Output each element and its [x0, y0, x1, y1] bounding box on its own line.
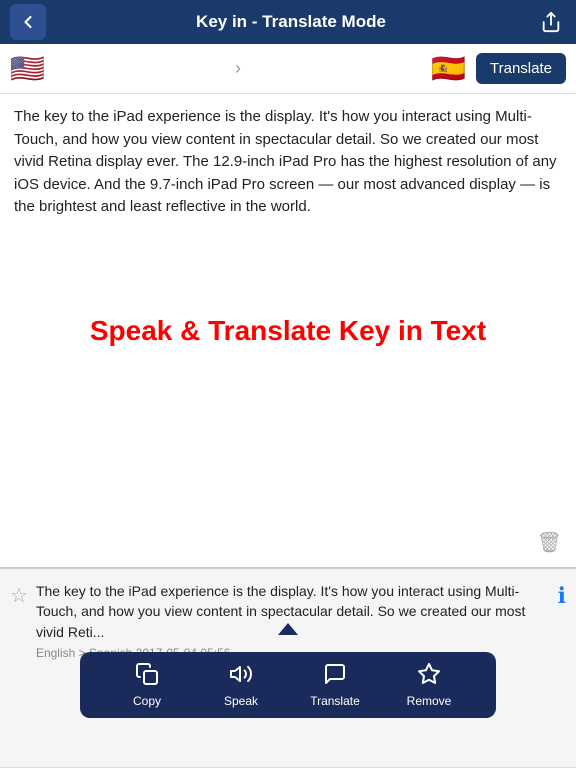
direction-arrow: › — [45, 58, 431, 79]
back-button[interactable] — [10, 4, 46, 40]
source-flag[interactable]: 🇺🇸 — [10, 52, 45, 85]
header-bar: Key in - Translate Mode — [0, 0, 576, 44]
favorite-icon[interactable]: ☆ — [10, 583, 28, 608]
remove-icon — [417, 662, 441, 690]
tooltip-arrow — [278, 623, 298, 635]
translate-action[interactable]: Translate — [310, 662, 360, 708]
target-flag[interactable]: 🇪🇸 — [431, 52, 466, 85]
translate-icon — [323, 662, 347, 690]
copy-icon — [135, 662, 159, 690]
page-title: Key in - Translate Mode — [46, 12, 536, 32]
remove-action[interactable]: Remove — [404, 662, 454, 708]
speak-label: Speak — [224, 694, 258, 708]
input-text-display[interactable]: The key to the iPad experience is the di… — [0, 94, 576, 231]
delete-icon[interactable]: 🗑 — [537, 530, 562, 555]
watermark-label: Speak & Translate Key in Text — [29, 315, 547, 347]
remove-label: Remove — [407, 694, 452, 708]
translate-label: Translate — [310, 694, 360, 708]
info-icon[interactable]: ℹ — [558, 583, 566, 609]
language-selector-bar: 🇺🇸 › 🇪🇸 Translate — [0, 44, 576, 94]
share-button[interactable] — [536, 7, 566, 37]
speak-icon — [229, 662, 253, 690]
bottom-panel: ☆ The key to the iPad experience is the … — [0, 568, 576, 768]
main-text-area: The key to the iPad experience is the di… — [0, 94, 576, 568]
speak-action[interactable]: Speak — [216, 662, 266, 708]
translate-button[interactable]: Translate — [476, 53, 566, 84]
history-text-block: The key to the iPad experience is the di… — [36, 581, 550, 660]
action-toolbar: Copy Speak Translate — [80, 652, 496, 718]
copy-label: Copy — [133, 694, 161, 708]
copy-action[interactable]: Copy — [122, 662, 172, 708]
